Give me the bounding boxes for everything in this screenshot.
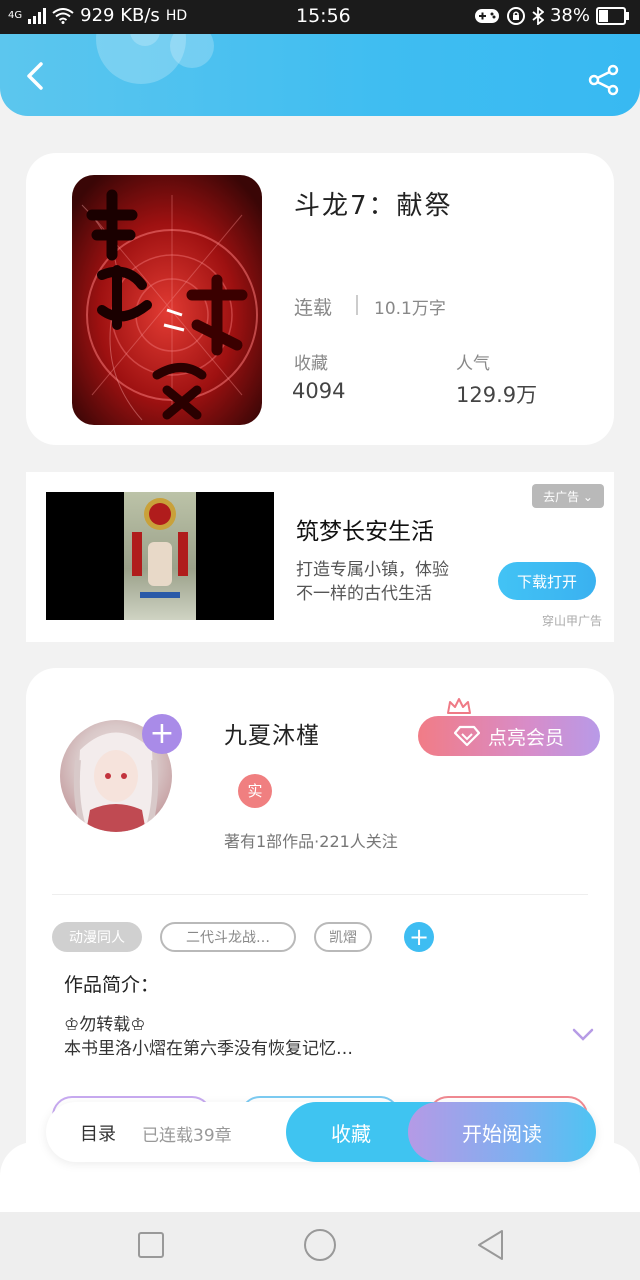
home-circle-icon[interactable] bbox=[303, 1228, 337, 1262]
recents-square-icon[interactable] bbox=[134, 1228, 168, 1262]
action-bar: 目录 已连载39章 收藏 开始阅读 bbox=[46, 1102, 596, 1162]
book-cover-art bbox=[72, 175, 262, 425]
signal-icon bbox=[28, 7, 47, 24]
ad-banner[interactable]: 去广告 ⌄ 筑梦长安生活 打造专属小镇，体验 不一样的古代生活 下载打开 穿山甲… bbox=[26, 472, 614, 642]
ad-source-label: 穿山甲广告 bbox=[541, 614, 602, 628]
divider bbox=[52, 894, 588, 895]
ad-video[interactable] bbox=[46, 492, 274, 620]
header-bar bbox=[0, 34, 640, 116]
network-indicator: 4G bbox=[8, 10, 23, 21]
battery-icon bbox=[596, 6, 629, 25]
vip-label: 点亮会员 bbox=[487, 726, 564, 749]
favorites-label: 收藏 bbox=[294, 354, 328, 374]
tag-chip[interactable]: 凯熠 bbox=[314, 922, 372, 952]
popularity-value: 129.9万 bbox=[456, 383, 538, 407]
remove-ad-button[interactable]: 去广告 ⌄ bbox=[532, 484, 604, 508]
intro-text: ♔勿转载♔ bbox=[64, 1015, 146, 1035]
network-speed: 929 KB/s bbox=[80, 5, 160, 26]
wifi-icon bbox=[52, 7, 74, 24]
ad-download-button[interactable]: 下载打开 bbox=[498, 562, 596, 600]
follow-plus-button[interactable]: + bbox=[142, 714, 182, 754]
add-tag-button[interactable]: + bbox=[404, 922, 434, 952]
popularity-label: 人气 bbox=[456, 354, 490, 374]
bluetooth-icon bbox=[532, 6, 544, 25]
diamond-icon bbox=[453, 725, 480, 747]
ad-description: 打造专属小镇，体验 不一样的古代生活 bbox=[296, 558, 496, 606]
tag-chip[interactable]: 动漫同人 bbox=[52, 922, 142, 952]
status-bar: 4G 929 KB/s HD 15:56 38% bbox=[0, 0, 640, 34]
author-stats: 著有1部作品·221人关注 bbox=[224, 832, 398, 851]
book-cover[interactable] bbox=[72, 175, 262, 425]
toc-button[interactable]: 目录 bbox=[80, 1120, 116, 1146]
read-label: 开始阅读 bbox=[462, 1121, 542, 1146]
gamepad-icon bbox=[474, 8, 499, 23]
divider bbox=[356, 295, 358, 315]
book-status: 连载 bbox=[294, 297, 333, 319]
collect-label: 收藏 bbox=[331, 1121, 371, 1146]
system-nav-bar bbox=[0, 1212, 640, 1280]
intro-text: 本书里洛小熠在第六季没有恢复记忆… bbox=[64, 1039, 353, 1059]
vip-button[interactable]: 点亮会员 bbox=[418, 716, 600, 756]
favorites-value: 4094 bbox=[292, 379, 346, 403]
hd-call-indicator: HD bbox=[165, 7, 188, 24]
verified-badge: 实 bbox=[238, 774, 272, 808]
ad-title: 筑梦长安生活 bbox=[296, 519, 434, 545]
battery-percent: 38% bbox=[549, 5, 590, 26]
clock: 15:56 bbox=[296, 5, 351, 27]
ad-desc-line: 不一样的古代生活 bbox=[296, 584, 432, 604]
chapter-count: 已连载39章 bbox=[142, 1126, 232, 1146]
word-count: 10.1万字 bbox=[374, 299, 446, 319]
tag-chip[interactable]: 二代斗龙战… bbox=[160, 922, 296, 952]
author-name[interactable]: 九夏沐槿 bbox=[224, 716, 320, 750]
ad-desc-line: 打造专属小镇，体验 bbox=[296, 560, 449, 580]
intro-label: 作品简介： bbox=[64, 974, 160, 996]
book-info-card: 斗龙7：献祭 连载 10.1万字 收藏 4094 人气 129.9万 bbox=[26, 153, 614, 445]
rotation-lock-icon bbox=[506, 6, 525, 25]
book-title: 斗龙7：献祭 bbox=[294, 191, 453, 221]
start-reading-button[interactable]: 开始阅读 bbox=[408, 1102, 596, 1162]
back-icon[interactable] bbox=[18, 58, 54, 94]
share-icon[interactable] bbox=[586, 62, 622, 98]
chevron-down-icon[interactable] bbox=[572, 1028, 594, 1042]
crown-icon bbox=[447, 698, 471, 714]
back-triangle-icon[interactable] bbox=[474, 1228, 508, 1262]
ad-thumbnail bbox=[124, 492, 196, 620]
